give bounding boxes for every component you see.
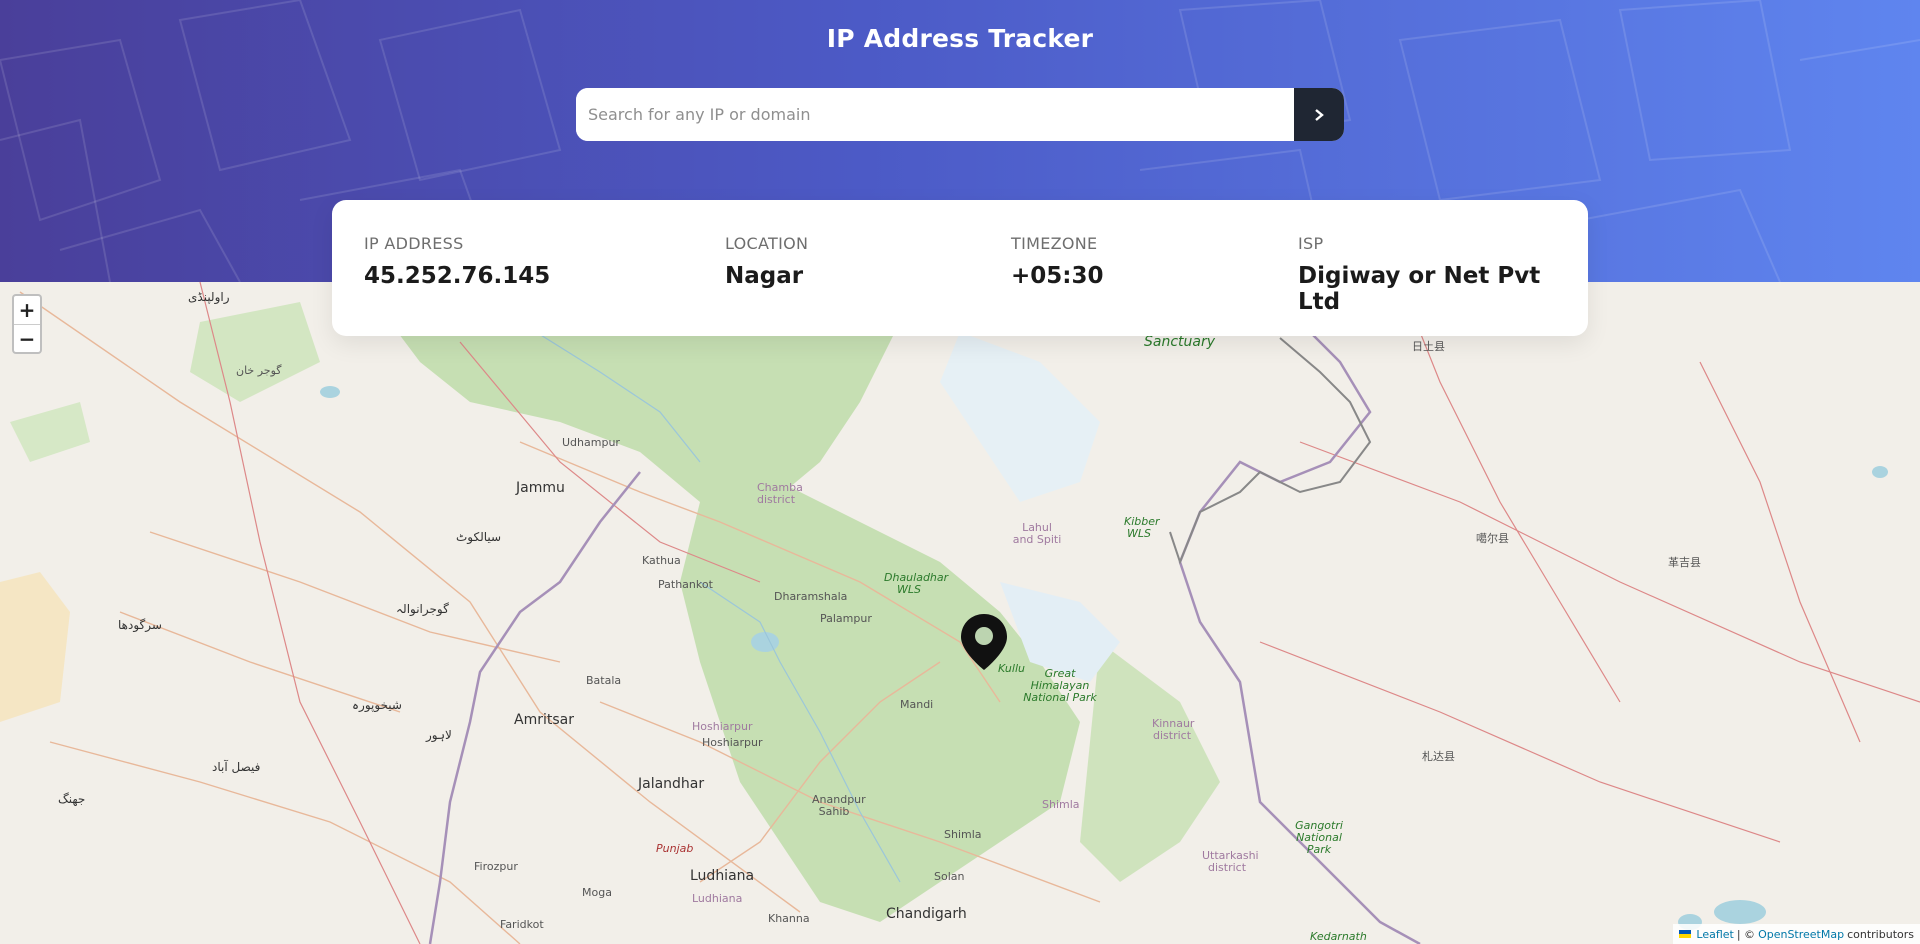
- map-label-kedarnath: Kedarnath: [1310, 930, 1367, 943]
- map-label-gujranwala: گوجرانوالہ: [396, 602, 449, 616]
- map-label-kinnaur: Kinnaur district: [1152, 717, 1195, 742]
- timezone-value: +05:30: [1011, 263, 1104, 289]
- map-label-sheikhupura: شیخوپورہ: [352, 698, 402, 712]
- ip-address-block: IP ADDRESS 45.252.76.145: [364, 234, 550, 289]
- map-label-sanctuary: Sanctuary: [1144, 334, 1216, 350]
- isp-value: Digiway or Net Pvt Ltd: [1298, 263, 1541, 315]
- attribution-separator: | ©: [1736, 927, 1756, 941]
- location-marker[interactable]: [961, 614, 1007, 674]
- map-label-great-himalayan: Great Himalayan National Park: [1023, 667, 1097, 704]
- map-label-moga: Moga: [582, 886, 612, 899]
- map-label-gujar-khan: گوجر خان: [236, 364, 282, 377]
- map-label-amritsar: Amritsar: [514, 712, 574, 728]
- search-submit-button[interactable]: [1294, 88, 1344, 141]
- map-label-gar: 噶尔县: [1476, 532, 1509, 545]
- map-label-mandi: Mandi: [900, 698, 934, 711]
- map-view[interactable]: راولپنڈی گوجر خان Udhampur Jammu Chamba …: [0, 282, 1920, 944]
- openstreetmap-link[interactable]: OpenStreetMap: [1758, 928, 1844, 941]
- map-label-jammu: Jammu: [516, 480, 565, 496]
- map-label-shimla-district: Shimla: [1042, 798, 1080, 811]
- search-bar: [576, 88, 1344, 141]
- location-block: LOCATION Nagar: [725, 234, 808, 289]
- isp-block: ISP Digiway or Net Pvt Ltd: [1298, 234, 1588, 315]
- location-label: LOCATION: [725, 234, 809, 253]
- map-label-chandigarh: Chandigarh: [886, 906, 967, 922]
- map-attribution: Leaflet | © OpenStreetMap contributors: [1673, 924, 1920, 944]
- search-input[interactable]: [576, 88, 1294, 141]
- map-label-hoshiarpur: Hoshiarpur: [702, 736, 763, 749]
- app-title: IP Address Tracker: [826, 24, 1094, 53]
- map-label-punjab: Punjab: [656, 842, 694, 855]
- map-label-lahul: Lahul and Spiti: [1012, 521, 1062, 546]
- map-label-gegye: 革吉县: [1668, 556, 1701, 569]
- timezone-block: TIMEZONE +05:30: [1011, 234, 1103, 289]
- map-label-khanna: Khanna: [768, 912, 810, 925]
- timezone-label: TIMEZONE: [1011, 234, 1098, 253]
- map-label-chamba: Chamba district: [757, 481, 803, 506]
- map-label-gangotri: Gangotri National Park: [1295, 819, 1343, 856]
- map-label-pathankot: Pathankot: [658, 578, 713, 591]
- zoom-in-button[interactable]: +: [14, 296, 40, 324]
- map-label-jhang: جھنگ: [58, 792, 86, 806]
- map-label-anandpur: Anandpur Sahib: [812, 793, 866, 818]
- map-label-sargodha: سرگودھا: [118, 618, 162, 632]
- map-label-sialkot: سیالکوٹ: [456, 530, 502, 544]
- zoom-control: + −: [12, 294, 42, 354]
- ukraine-flag-icon: [1679, 930, 1692, 938]
- map-label-kibber: Kibber WLS: [1124, 515, 1160, 540]
- ip-address-label: IP ADDRESS: [364, 234, 464, 253]
- map-label-firozpur: Firozpur: [474, 860, 518, 873]
- map-label-dhauladhar: Dhauladhar WLS: [884, 571, 949, 596]
- map-label-dharamshala: Dharamshala: [774, 590, 848, 603]
- ip-info-card: IP ADDRESS 45.252.76.145 LOCATION Nagar …: [332, 200, 1588, 336]
- isp-label: ISP: [1298, 234, 1324, 253]
- map-tiles: [0, 282, 1920, 944]
- map-label-faisalabad: فیصل آباد: [212, 760, 261, 774]
- chevron-right-icon: [1315, 108, 1324, 121]
- map-pin-icon: [961, 614, 1007, 670]
- map-label-kathua: Kathua: [642, 554, 681, 567]
- map-label-ludhiana-district: Ludhiana: [692, 892, 743, 905]
- map-label-rawalpindi: راولپنڈی: [188, 290, 230, 304]
- map-label-batala: Batala: [586, 674, 622, 687]
- map-label-zanda: 札达县: [1422, 750, 1455, 763]
- map-label-faridkot: Faridkot: [500, 918, 544, 931]
- zoom-out-button[interactable]: −: [14, 324, 40, 352]
- map-label-shimla: Shimla: [944, 828, 982, 841]
- map-label-palampur: Palampur: [820, 612, 872, 625]
- map-label-ludhiana: Ludhiana: [690, 868, 755, 884]
- ip-address-value: 45.252.76.145: [364, 263, 551, 289]
- attribution-suffix: contributors: [1847, 927, 1914, 941]
- map-label-lahore: لاہور: [426, 728, 452, 742]
- map-label-rutog: 日土县: [1412, 340, 1445, 353]
- map-label-udhampur: Udhampur: [562, 436, 620, 449]
- map-label-hoshiarpur-district: Hoshiarpur: [692, 720, 753, 733]
- leaflet-link[interactable]: Leaflet: [1696, 928, 1733, 941]
- map-label-uttarkashi: Uttarkashi district: [1202, 849, 1259, 874]
- map-label-solan: Solan: [934, 870, 965, 883]
- location-value: Nagar: [725, 263, 804, 289]
- map-label-jalandhar: Jalandhar: [638, 776, 705, 792]
